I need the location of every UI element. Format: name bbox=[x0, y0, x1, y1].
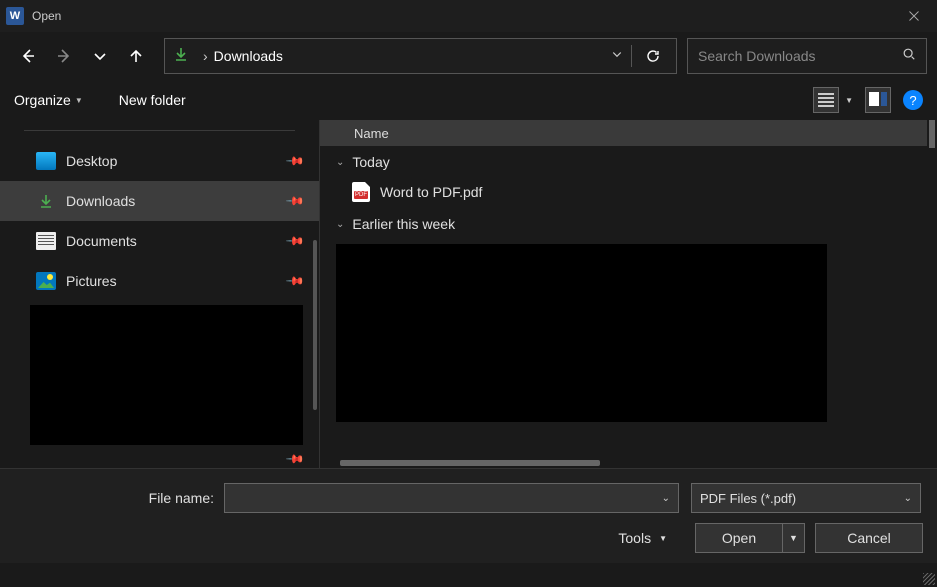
sidebar-item-documents[interactable]: Documents 📌 bbox=[0, 221, 319, 261]
footer: File name: ⌄ PDF Files (*.pdf) ⌄ Tools▼ … bbox=[0, 468, 937, 563]
desktop-icon bbox=[36, 152, 56, 170]
pin-icon: 📌 bbox=[285, 271, 305, 291]
open-button[interactable]: Open bbox=[695, 523, 783, 553]
search-input[interactable] bbox=[698, 48, 902, 64]
group-label: Earlier this week bbox=[352, 216, 455, 232]
main-area: Desktop 📌 Downloads 📌 Documents 📌 Pictur… bbox=[0, 120, 937, 468]
sidebar-item-label: Downloads bbox=[66, 193, 135, 209]
open-split-button[interactable]: ▼ bbox=[783, 523, 805, 553]
filename-label: File name: bbox=[14, 490, 224, 506]
titlebar: W Open bbox=[0, 0, 937, 32]
sidebar: Desktop 📌 Downloads 📌 Documents 📌 Pictur… bbox=[0, 120, 320, 468]
view-mode-button[interactable] bbox=[813, 87, 839, 113]
pdf-file-icon bbox=[352, 182, 370, 202]
sidebar-scrollbar[interactable] bbox=[313, 240, 317, 410]
cancel-button[interactable]: Cancel bbox=[815, 523, 923, 553]
download-folder-icon bbox=[36, 192, 56, 210]
chevron-down-icon: ⌄ bbox=[336, 157, 344, 168]
resize-grip[interactable] bbox=[923, 573, 935, 585]
back-button[interactable] bbox=[10, 38, 46, 74]
recent-dropdown[interactable] bbox=[82, 38, 118, 74]
pictures-icon bbox=[36, 272, 56, 290]
download-icon bbox=[173, 46, 189, 67]
up-button[interactable] bbox=[118, 38, 154, 74]
tools-menu[interactable]: Tools▼ bbox=[618, 530, 667, 546]
sidebar-item-hidden-1[interactable]: 📌 bbox=[0, 445, 319, 468]
vertical-scrollbar[interactable] bbox=[929, 120, 935, 148]
search-icon bbox=[902, 47, 916, 66]
help-button[interactable]: ? bbox=[903, 90, 923, 110]
file-item[interactable]: Word to PDF.pdf bbox=[320, 176, 937, 208]
close-icon bbox=[908, 10, 920, 22]
sidebar-item-label: Pictures bbox=[66, 273, 117, 289]
navbar: › Downloads bbox=[0, 32, 937, 80]
breadcrumb-current[interactable]: Downloads bbox=[214, 48, 283, 64]
refresh-button[interactable] bbox=[638, 38, 668, 74]
group-earlier[interactable]: ⌄ Earlier this week bbox=[320, 208, 937, 238]
content-redacted bbox=[336, 244, 827, 422]
filetype-value: PDF Files (*.pdf) bbox=[700, 491, 796, 506]
sidebar-item-pictures[interactable]: Pictures 📌 bbox=[0, 261, 319, 301]
documents-icon bbox=[36, 232, 56, 250]
sidebar-item-downloads[interactable]: Downloads 📌 bbox=[0, 181, 319, 221]
view-mode-dropdown[interactable]: ▼ bbox=[845, 96, 853, 105]
file-name: Word to PDF.pdf bbox=[380, 184, 482, 200]
group-today[interactable]: ⌄ Today bbox=[320, 146, 937, 176]
new-folder-button[interactable]: New folder bbox=[119, 92, 186, 108]
address-dropdown[interactable] bbox=[611, 47, 623, 65]
app-icon: W bbox=[6, 7, 24, 25]
close-button[interactable] bbox=[891, 0, 937, 32]
horizontal-scrollbar[interactable] bbox=[340, 460, 600, 466]
chevron-down-icon: ▼ bbox=[659, 534, 667, 543]
toolbar: Organize▼ New folder ▼ ? bbox=[0, 80, 937, 120]
forward-button[interactable] bbox=[46, 38, 82, 74]
chevron-down-icon: ⌄ bbox=[904, 493, 912, 504]
preview-pane-button[interactable] bbox=[865, 87, 891, 113]
pin-icon: 📌 bbox=[285, 151, 305, 171]
file-list: Name ⌄ Today Word to PDF.pdf ⌄ Earlier t… bbox=[320, 120, 937, 468]
chevron-down-icon: ⌄ bbox=[336, 219, 344, 230]
sidebar-item-label: Documents bbox=[66, 233, 137, 249]
chevron-down-icon: ⌄ bbox=[662, 493, 670, 504]
filetype-dropdown[interactable]: PDF Files (*.pdf) ⌄ bbox=[691, 483, 921, 513]
filename-input[interactable]: ⌄ bbox=[224, 483, 679, 513]
sidebar-item-label: Desktop bbox=[66, 153, 117, 169]
chevron-down-icon: ▼ bbox=[75, 96, 83, 105]
sidebar-item-desktop[interactable]: Desktop 📌 bbox=[0, 141, 319, 181]
pin-icon: 📌 bbox=[285, 191, 305, 211]
sidebar-redacted bbox=[30, 305, 303, 445]
pin-icon: 📌 bbox=[285, 231, 305, 251]
group-label: Today bbox=[352, 154, 389, 170]
pin-icon: 📌 bbox=[285, 449, 305, 468]
search-box[interactable] bbox=[687, 38, 927, 74]
organize-menu[interactable]: Organize▼ bbox=[14, 92, 83, 108]
window-title: Open bbox=[32, 9, 61, 23]
column-header-name[interactable]: Name bbox=[320, 120, 927, 146]
chevron-right-icon: › bbox=[203, 48, 208, 64]
address-bar[interactable]: › Downloads bbox=[164, 38, 677, 74]
